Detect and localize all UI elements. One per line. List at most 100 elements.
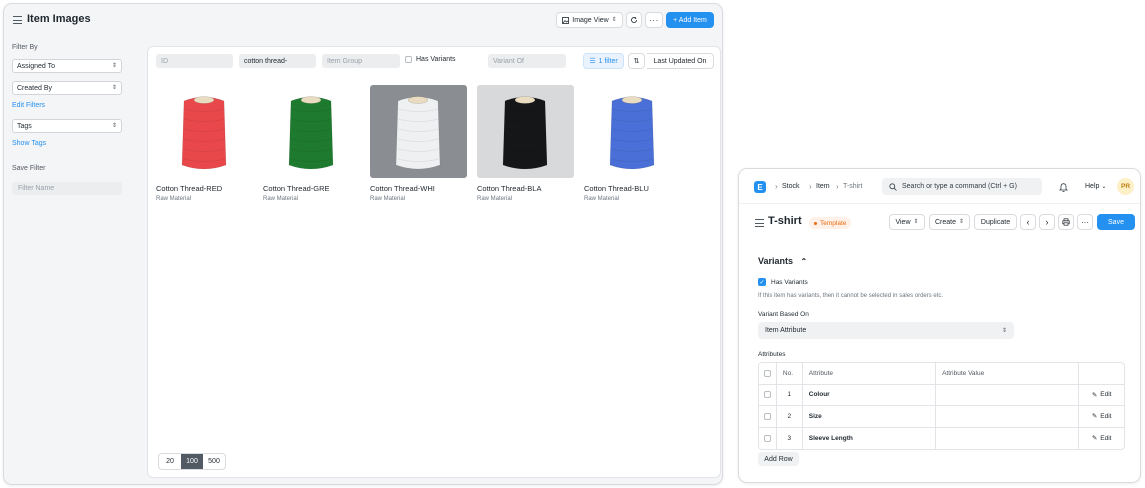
item-card-title[interactable]: Cotton Thread-RED <box>156 184 253 193</box>
sort-order-button[interactable]: ⇅ <box>628 53 645 69</box>
item-card[interactable]: Cotton Thread-RED Raw Material <box>156 85 253 202</box>
chevron-up-icon: ⌃ <box>800 257 808 266</box>
variant-based-on-select[interactable]: Item Attribute ⇕ <box>758 322 1014 339</box>
breadcrumb-chevron-icon: › <box>809 182 812 191</box>
edit-filters-link[interactable]: Edit Filters <box>12 102 45 109</box>
app-logo[interactable]: E <box>754 181 766 193</box>
attribute-value-cell[interactable] <box>936 406 1080 427</box>
filter-count-label: 1 filter <box>598 57 618 65</box>
image-view-icon <box>562 16 570 24</box>
item-card-title[interactable]: Cotton Thread-BLU <box>584 184 681 193</box>
pencil-icon: ✎ <box>1091 435 1098 443</box>
has-variants-checkbox[interactable] <box>405 56 412 63</box>
view-menu-label: View <box>895 218 911 226</box>
item-group-filter-input[interactable]: Item Group <box>322 54 400 68</box>
add-row-button[interactable]: Add Row <box>758 452 799 466</box>
sort-field-label: Last Updated On <box>653 57 707 65</box>
has-variants-filter[interactable]: Has Variants <box>405 56 456 63</box>
more-menu-button[interactable]: ··· <box>645 12 663 28</box>
item-card-title[interactable]: Cotton Thread-GRE <box>263 184 360 193</box>
page-size-20[interactable]: 20 <box>159 454 181 469</box>
attribute-cell[interactable]: Colour <box>803 384 937 405</box>
more-menu-button[interactable]: ··· <box>1077 214 1093 230</box>
variant-of-filter-input[interactable]: Variant Of <box>488 54 566 68</box>
breadcrumb-stock[interactable]: Stock <box>782 183 800 190</box>
attribute-cell[interactable]: Sleeve Length <box>803 427 937 449</box>
item-thumbnail[interactable] <box>156 85 253 178</box>
table-row[interactable]: 1 Colour ✎ Edit <box>759 384 1124 406</box>
row-edit-button[interactable]: ✎ Edit <box>1079 428 1124 450</box>
sidebar-toggle-icon[interactable] <box>13 16 22 24</box>
row-edit-button[interactable]: ✎ Edit <box>1079 385 1124 406</box>
name-filter-input[interactable]: cotton thread- <box>239 54 316 68</box>
page-size-500[interactable]: 500 <box>203 454 225 469</box>
save-button[interactable]: Save <box>1097 214 1135 230</box>
status-dot-icon <box>814 221 817 225</box>
show-tags-link[interactable]: Show Tags <box>12 140 46 147</box>
table-row[interactable]: 2 Size ✎ Edit <box>759 406 1124 428</box>
attribute-value-cell[interactable] <box>936 384 1080 405</box>
row-checkbox[interactable] <box>763 412 771 420</box>
row-number-cell: 1 <box>777 384 803 405</box>
sidebar-toggle-icon[interactable] <box>755 219 764 227</box>
item-card[interactable]: Cotton Thread-BLU Raw Material <box>584 85 681 202</box>
view-menu-button[interactable]: View ⇕ <box>889 214 925 230</box>
create-menu-button[interactable]: Create ⇕ <box>929 214 970 230</box>
row-edit-label: Edit <box>1100 434 1112 442</box>
created-by-select[interactable]: Created By ⇕ <box>12 81 122 95</box>
item-thumbnail[interactable] <box>263 85 360 178</box>
item-thumbnail[interactable] <box>584 85 681 178</box>
help-menu[interactable]: Help ⌄ <box>1085 183 1106 190</box>
assigned-to-select[interactable]: Assigned To ⇕ <box>12 59 122 73</box>
filter-name-input[interactable]: Filter Name <box>12 182 122 195</box>
row-edit-button[interactable]: ✎ Edit <box>1079 406 1124 427</box>
select-all-checkbox[interactable] <box>763 369 771 377</box>
print-button[interactable] <box>1058 214 1074 230</box>
document-title: T-shirt <box>768 215 802 227</box>
sort-icon: ⇅ <box>633 58 640 65</box>
avatar[interactable]: PR <box>1117 178 1134 195</box>
more-icon: ··· <box>649 15 659 25</box>
duplicate-label: Duplicate <box>980 218 1011 226</box>
attribute-cell[interactable]: Size <box>803 406 937 427</box>
status-badge: Template <box>809 217 852 229</box>
row-checkbox[interactable] <box>763 391 771 399</box>
refresh-button[interactable] <box>626 12 642 28</box>
tags-select[interactable]: Tags ⇕ <box>12 119 122 133</box>
table-row[interactable]: 3 Sleeve Length ✎ Edit <box>759 427 1124 450</box>
chevron-down-icon: ⌄ <box>1101 184 1107 190</box>
id-filter-input[interactable]: ID <box>156 54 233 68</box>
has-variants-field[interactable]: ✓ Has Variants <box>758 278 808 286</box>
item-card[interactable]: Cotton Thread-BLA Raw Material <box>477 85 574 202</box>
bell-icon[interactable] <box>1059 182 1068 192</box>
chevron-right-icon: › <box>1045 217 1049 227</box>
view-switcher-button[interactable]: Image View ⇕ <box>556 12 623 28</box>
item-card[interactable]: Cotton Thread-WHI Raw Material <box>370 85 467 202</box>
column-header-actions <box>1079 363 1124 384</box>
pencil-icon: ✎ <box>1091 391 1098 399</box>
breadcrumb-tshirt[interactable]: T-shirt <box>843 183 862 190</box>
row-number-cell: 2 <box>777 406 803 427</box>
previous-doc-button[interactable]: ‹ <box>1020 214 1036 230</box>
has-variants-checkbox[interactable]: ✓ <box>758 278 766 286</box>
item-thumbnail[interactable] <box>477 85 574 178</box>
sort-field-button[interactable]: Last Updated On <box>647 53 714 69</box>
breadcrumb-item[interactable]: Item <box>816 183 830 190</box>
page-size-100[interactable]: 100 <box>181 454 203 469</box>
add-item-button[interactable]: + Add Item <box>666 12 714 28</box>
filter-button[interactable]: ☰ 1 filter <box>583 53 624 69</box>
item-card[interactable]: Cotton Thread-GRE Raw Material <box>263 85 360 202</box>
duplicate-button[interactable]: Duplicate <box>974 214 1017 230</box>
variant-based-on-label: Variant Based On <box>758 311 809 318</box>
variants-section-title[interactable]: Variants ⌃ <box>758 256 807 266</box>
awesome-bar[interactable]: Search or type a command (Ctrl + G) <box>882 178 1042 195</box>
item-images-window: Item Images Image View ⇕ ··· + Add Item … <box>3 3 723 485</box>
next-doc-button[interactable]: › <box>1039 214 1055 230</box>
attribute-value-cell[interactable] <box>936 427 1080 449</box>
row-select-cell <box>759 427 777 449</box>
item-card-title[interactable]: Cotton Thread-WHI <box>370 184 467 193</box>
row-checkbox[interactable] <box>763 434 771 442</box>
item-thumbnail[interactable] <box>370 85 467 178</box>
item-card-title[interactable]: Cotton Thread-BLA <box>477 184 574 193</box>
variants-section-label: Variants <box>758 256 794 266</box>
